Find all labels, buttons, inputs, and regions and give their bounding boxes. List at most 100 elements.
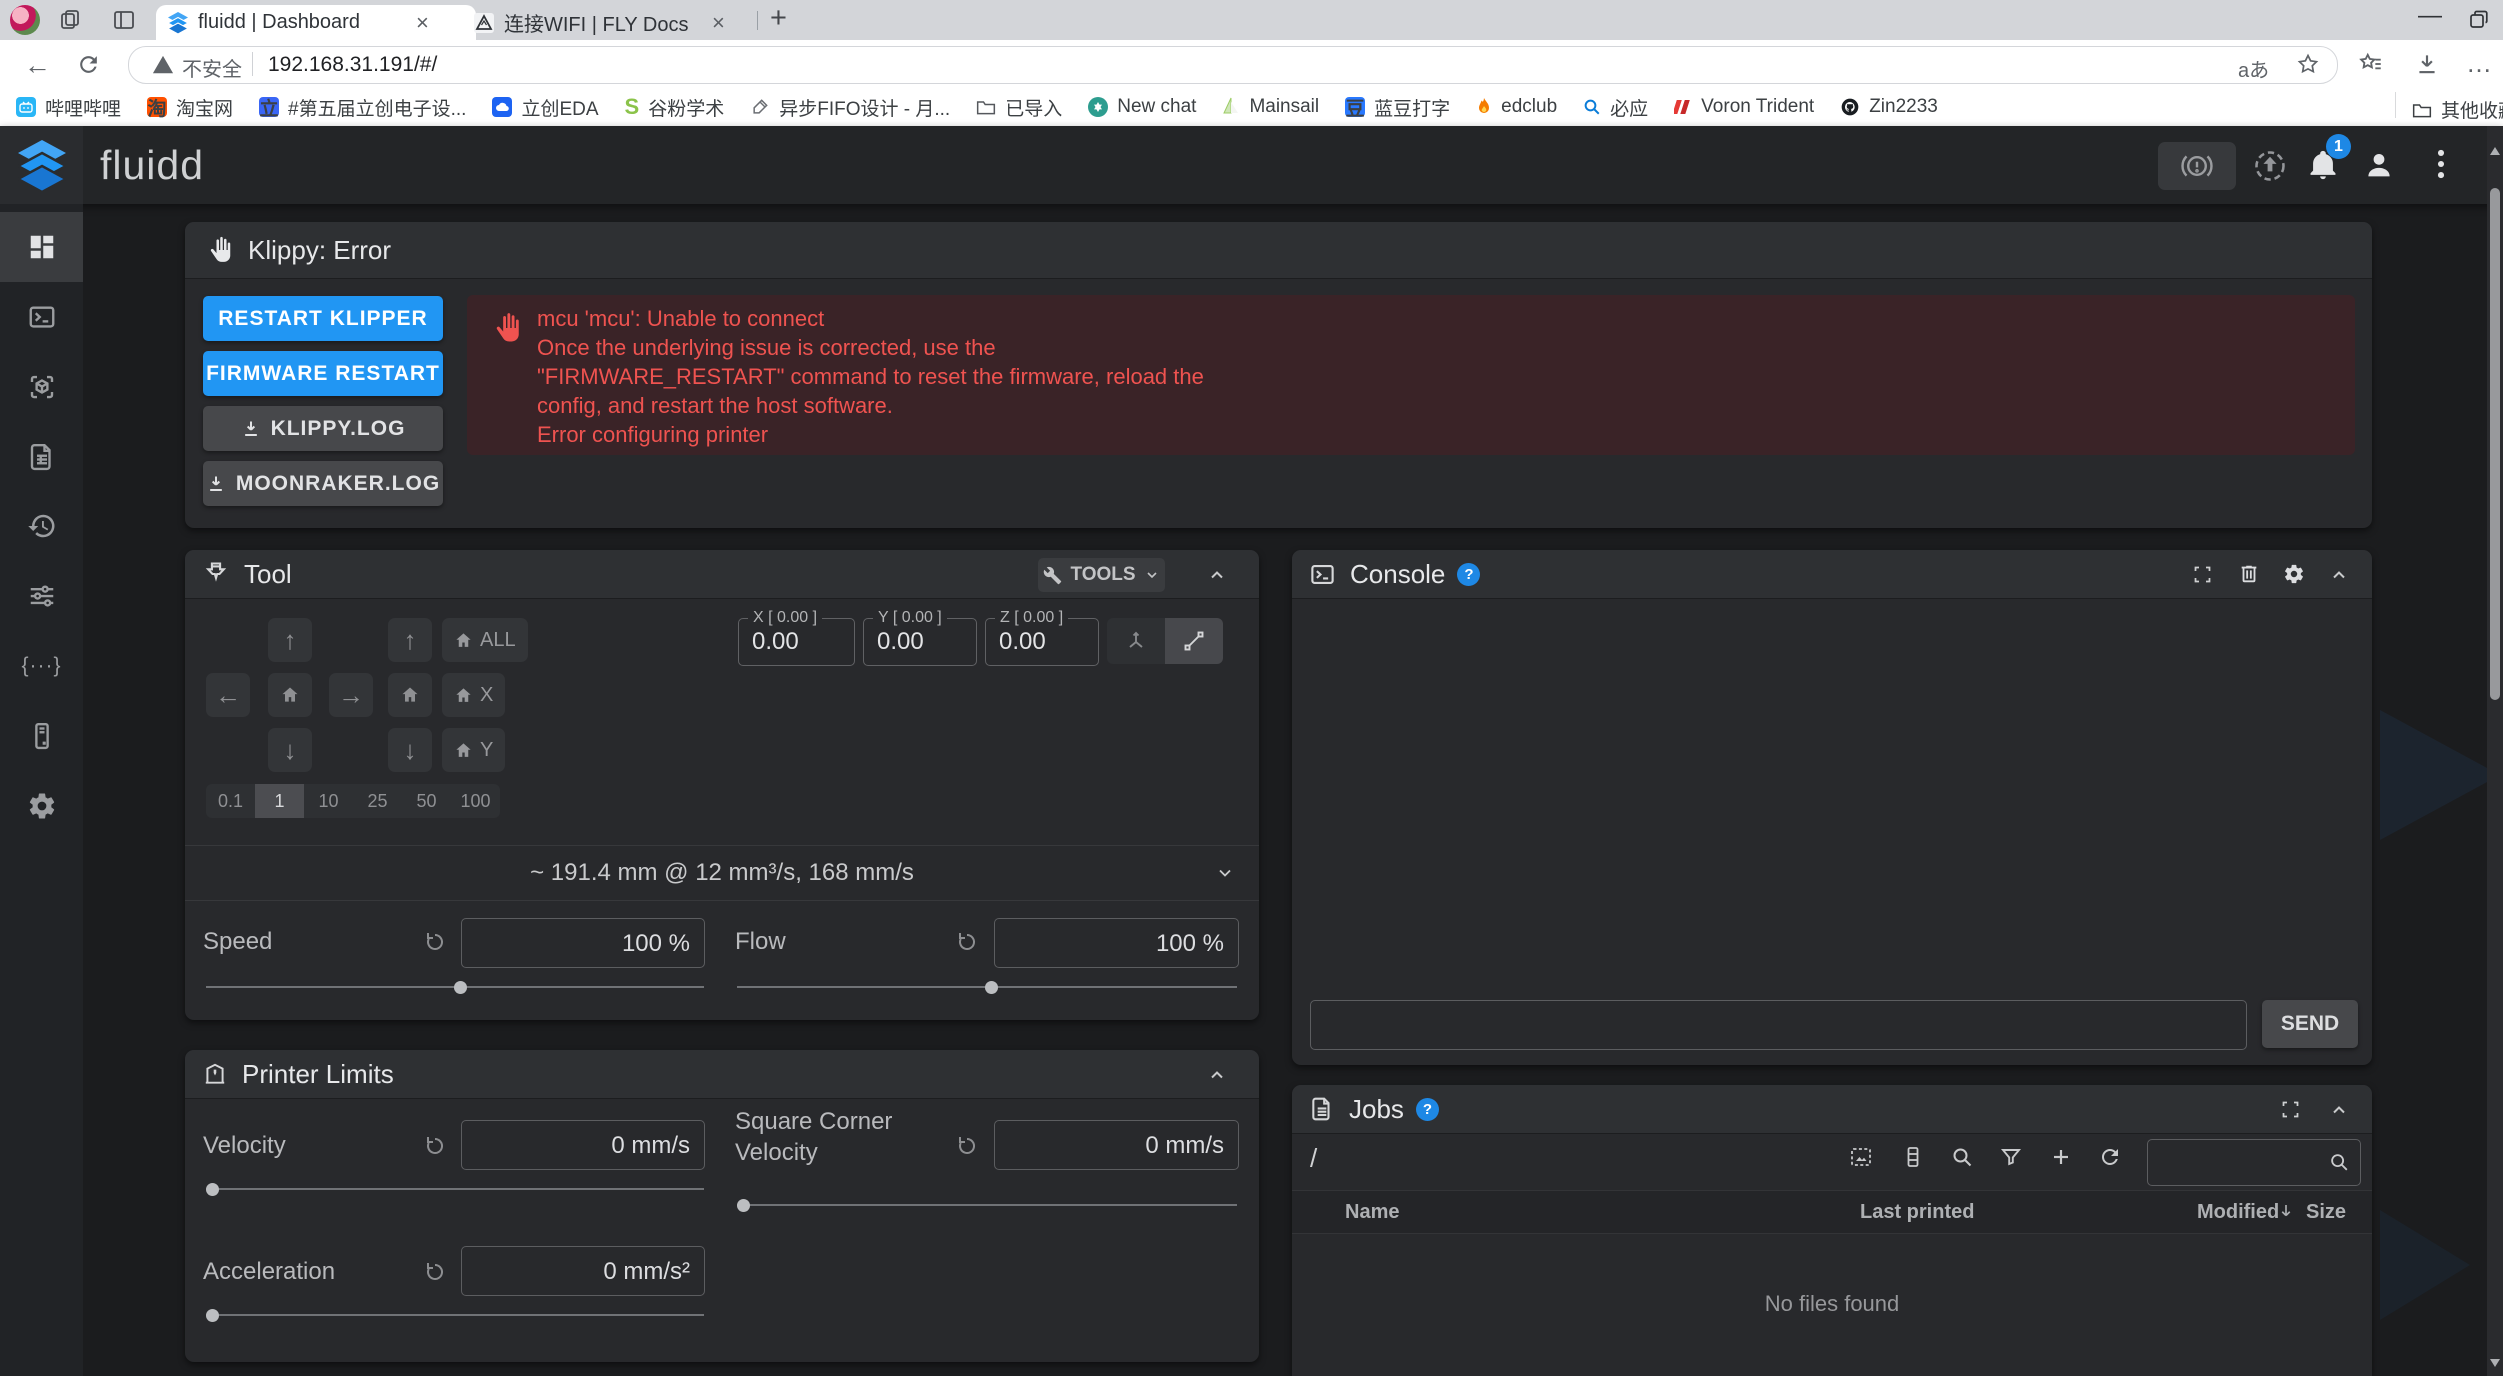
restart-klipper-button[interactable]: RESTART KLIPPER — [203, 296, 443, 341]
jog-y-minus-button[interactable]: ↓ — [268, 728, 312, 772]
bookmark-mainsail[interactable]: Mainsail — [1222, 96, 1319, 118]
fullscreen-icon[interactable] — [2280, 1099, 2301, 1120]
tab-flydocs[interactable]: 连接WIFI | FLY Docs × — [462, 5, 774, 40]
bookmark-bilibili[interactable]: 哔哩哔哩 — [16, 94, 121, 121]
distance-option[interactable]: 10 — [304, 784, 353, 818]
window-minimize-button[interactable]: — — [2418, 2, 2442, 30]
velocity-slider[interactable] — [206, 1188, 704, 1190]
distance-option[interactable]: 50 — [402, 784, 451, 818]
distance-option-selected[interactable]: 1 — [255, 784, 304, 818]
send-button[interactable]: SEND — [2262, 1000, 2358, 1048]
update-icon[interactable] — [2252, 148, 2288, 184]
bookmark-scholar[interactable]: S 谷粉学术 — [625, 94, 725, 121]
x-position-field[interactable]: X [ 0.00 ] 0.00 — [738, 618, 855, 666]
bookmark-newchat[interactable]: New chat — [1088, 96, 1196, 118]
emergency-stop-button[interactable] — [2158, 142, 2236, 190]
reset-icon[interactable] — [955, 1134, 979, 1158]
jobs-path[interactable]: / — [1310, 1143, 1317, 1174]
sidebar-item-console[interactable] — [0, 295, 83, 339]
downloads-icon[interactable] — [2414, 51, 2440, 77]
absolute-positioning-button[interactable] — [1107, 618, 1165, 664]
home-x-button[interactable]: X — [442, 673, 505, 717]
scv-slider[interactable] — [737, 1204, 1237, 1206]
scv-slider-thumb[interactable] — [737, 1199, 750, 1212]
firmware-restart-button[interactable]: FIRMWARE RESTART — [203, 351, 443, 396]
home-z-button[interactable] — [388, 673, 432, 717]
bookmark-lceda[interactable]: 立创EDA — [492, 94, 598, 121]
bookmark-contest[interactable]: 立 #第五届立创电子设... — [259, 94, 466, 121]
column-name[interactable]: Name — [1345, 1201, 1399, 1224]
acceleration-input[interactable]: 0 mm/s² — [461, 1246, 705, 1296]
favorite-star-icon[interactable] — [2296, 52, 2320, 76]
reset-icon[interactable] — [423, 1260, 447, 1284]
logo-block[interactable] — [0, 126, 83, 204]
browser-profile-avatar[interactable] — [10, 5, 40, 35]
flow-slider[interactable] — [737, 986, 1237, 988]
column-size[interactable]: Size — [2306, 1201, 2346, 1224]
jobs-search-input[interactable] — [2147, 1139, 2361, 1186]
bookmark-voron[interactable]: Voron Trident — [1674, 96, 1814, 118]
collapse-icon[interactable] — [2329, 565, 2349, 585]
y-position-field[interactable]: Y [ 0.00 ] 0.00 — [863, 618, 977, 666]
reset-icon[interactable] — [423, 1134, 447, 1158]
add-icon[interactable] — [2049, 1145, 2073, 1169]
reload-icon[interactable] — [76, 52, 101, 77]
tab-fluidd[interactable]: fluidd | Dashboard × — [156, 5, 476, 40]
translate-icon[interactable]: aあ — [2238, 54, 2269, 83]
scrollbar-up-arrow[interactable] — [2489, 146, 2501, 158]
speed-slider-thumb[interactable] — [454, 981, 467, 994]
bookmark-bing[interactable]: 必应 — [1583, 94, 1648, 121]
collapse-icon[interactable] — [1207, 1065, 1227, 1085]
scv-input[interactable]: 0 mm/s — [994, 1120, 1239, 1170]
relative-positioning-button[interactable] — [1165, 618, 1223, 664]
tab-close-icon[interactable]: × — [416, 10, 429, 36]
sidebar-item-tune[interactable] — [0, 574, 83, 618]
refresh-icon[interactable] — [2098, 1145, 2122, 1169]
sidebar-item-dashboard[interactable] — [0, 225, 83, 269]
jog-x-minus-button[interactable]: ← — [206, 673, 250, 717]
velocity-input[interactable]: 0 mm/s — [461, 1120, 705, 1170]
sidebar-item-system[interactable] — [0, 714, 83, 758]
bookmark-taobao[interactable]: 淘 淘宝网 — [147, 94, 233, 121]
sidebar-item-gcode-preview[interactable] — [0, 365, 83, 409]
collections-icon[interactable] — [2358, 51, 2384, 77]
sidebar-item-configure[interactable]: {···} — [0, 644, 83, 688]
vertical-tabs-icon[interactable] — [112, 8, 136, 32]
app-menu-kebab-icon[interactable] — [2424, 146, 2458, 182]
klippy-log-button[interactable]: KLIPPY.LOG — [203, 406, 443, 451]
fullscreen-icon[interactable] — [2192, 564, 2213, 585]
other-favorites[interactable]: 其他收藏夹 — [2412, 96, 2503, 123]
home-xy-button[interactable] — [268, 673, 312, 717]
gear-icon[interactable] — [2283, 563, 2305, 585]
back-icon[interactable]: ← — [24, 50, 51, 81]
scrollbar-thumb[interactable] — [2490, 188, 2500, 700]
console-command-input[interactable] — [1310, 1000, 2247, 1050]
user-icon[interactable] — [2362, 148, 2396, 182]
column-last-printed[interactable]: Last printed — [1860, 1201, 1974, 1224]
home-y-button[interactable]: Y — [442, 728, 505, 772]
speed-slider[interactable] — [206, 986, 704, 988]
column-modified[interactable]: Modified — [2197, 1201, 2279, 1224]
jog-y-plus-button[interactable]: ↑ — [268, 618, 312, 662]
bookmark-landou[interactable]: 豆 蓝豆打字 — [1345, 94, 1450, 121]
tools-dropdown-button[interactable]: TOOLS — [1038, 558, 1165, 592]
distance-option[interactable]: 100 — [451, 784, 500, 818]
console-help-badge[interactable]: ? — [1457, 563, 1480, 586]
search-icon[interactable] — [1950, 1145, 1974, 1169]
home-all-button[interactable]: ALL — [442, 618, 528, 662]
thumbnails-toggle-icon[interactable] — [1849, 1145, 1873, 1169]
jog-z-minus-button[interactable]: ↓ — [388, 728, 432, 772]
console-output[interactable] — [1292, 598, 2372, 978]
chevron-down-icon[interactable] — [1215, 863, 1235, 883]
reset-icon[interactable] — [955, 930, 979, 954]
bookmark-github[interactable]: Zin2233 — [1840, 96, 1938, 118]
moonraker-log-button[interactable]: MOONRAKER.LOG — [203, 461, 443, 506]
flow-input[interactable]: 100 % — [994, 918, 1239, 968]
list-view-icon[interactable] — [1901, 1145, 1925, 1169]
distance-option[interactable]: 0.1 — [206, 784, 255, 818]
trash-icon[interactable] — [2238, 563, 2260, 585]
address-bar[interactable] — [128, 46, 2338, 84]
filter-icon[interactable] — [1999, 1145, 2023, 1169]
window-restore-button[interactable] — [2468, 9, 2490, 31]
jog-z-plus-button[interactable]: ↑ — [388, 618, 432, 662]
